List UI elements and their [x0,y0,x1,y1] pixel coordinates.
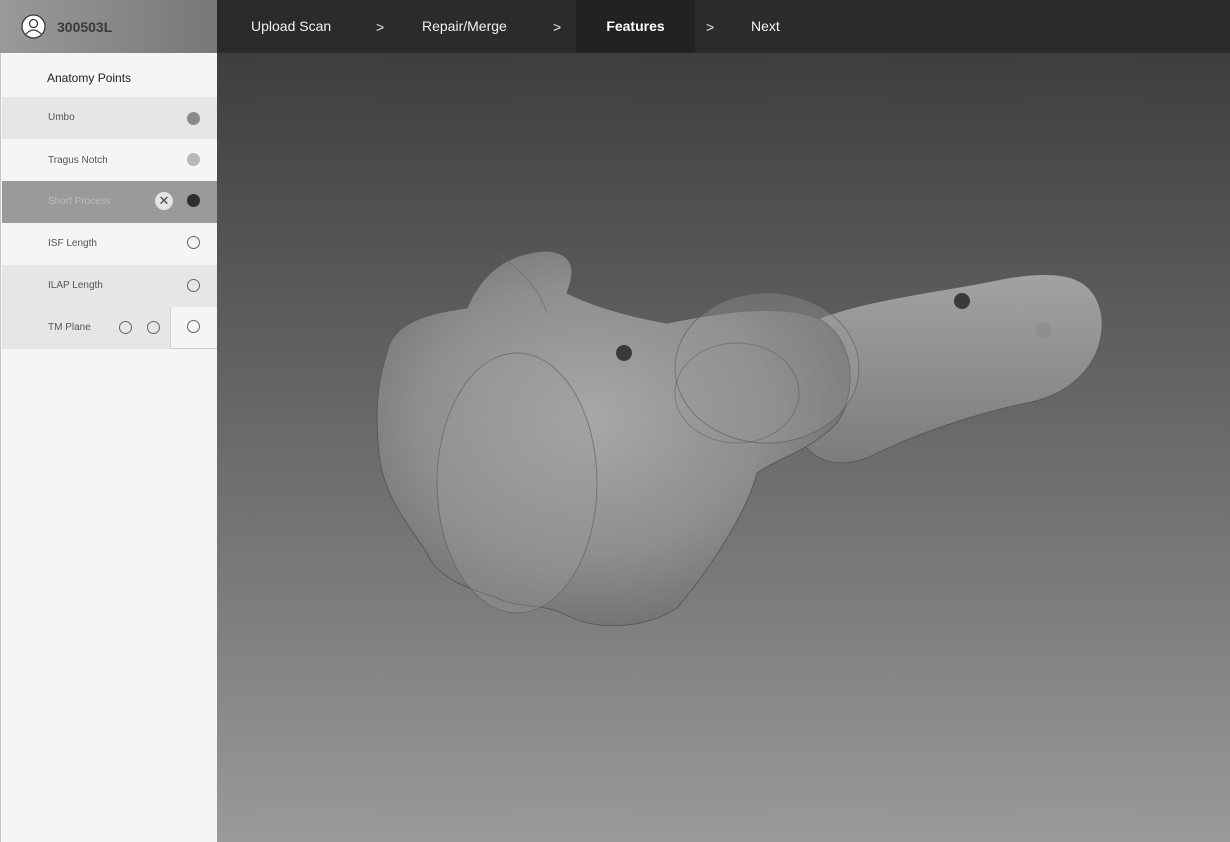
point-marker-icon[interactable] [187,194,200,207]
tragus-notch-marker-icon[interactable] [1035,322,1051,338]
short-process-marker-icon[interactable] [616,345,632,361]
anatomy-point-isf-length[interactable]: ISF Length [2,223,218,265]
anatomy-point-tm-plane[interactable]: TM Plane [2,307,218,349]
step-next[interactable]: Next [751,0,780,53]
step-features[interactable]: Features [576,0,695,53]
ear-scan-model[interactable] [217,53,1230,842]
step-separator: > [706,19,715,35]
step-repair-merge[interactable]: Repair/Merge [422,0,507,53]
step-upload-scan[interactable]: Upload Scan [251,0,331,53]
step-separator: > [553,19,562,35]
plane-point-2-empty-icon[interactable] [147,321,160,334]
user-avatar-icon[interactable] [21,14,46,39]
anatomy-point-label: TM Plane [48,322,91,333]
anatomy-point-umbo[interactable]: Umbo [2,97,218,139]
anatomy-point-label: Tragus Notch [48,155,108,166]
anatomy-point-label: ISF Length [48,238,97,249]
patient-header: 300503L [0,0,217,53]
3d-viewport[interactable] [217,53,1230,842]
anatomy-point-tragus-notch[interactable]: Tragus Notch [2,139,218,181]
anatomy-points-panel: Anatomy Points Umbo Tragus Notch Short P… [0,53,218,842]
step-separator: > [376,19,385,35]
point-marker-empty-icon[interactable] [187,279,200,292]
panel-title: Anatomy Points [47,71,132,85]
anatomy-point-short-process[interactable]: Short Process ✕ [2,181,218,223]
clear-point-x-icon[interactable]: ✕ [155,192,173,210]
point-marker-icon[interactable] [187,153,200,166]
top-navigation-bar: 300503L Upload Scan > Repair/Merge > Fea… [0,0,1230,53]
umbo-marker-icon[interactable] [954,293,970,309]
anatomy-point-ilap-length[interactable]: ILAP Length [2,265,218,307]
plane-point-3-empty-icon[interactable] [187,320,200,333]
point-marker-icon[interactable] [187,112,200,125]
anatomy-point-label: Umbo [48,112,75,123]
patient-id: 300503L [57,19,113,35]
anatomy-point-label: Short Process [48,196,111,207]
anatomy-point-label: ILAP Length [48,280,103,291]
plane-point-1-empty-icon[interactable] [119,321,132,334]
point-marker-empty-icon[interactable] [187,236,200,249]
